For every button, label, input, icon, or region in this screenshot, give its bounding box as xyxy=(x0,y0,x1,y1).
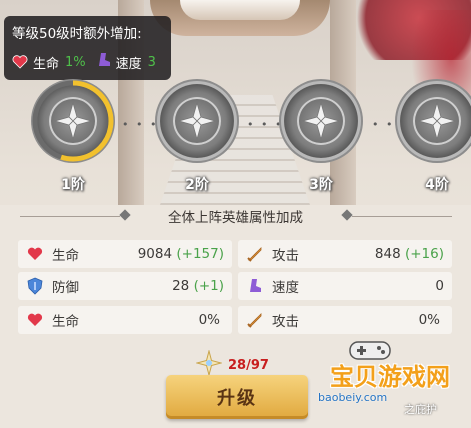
stat-hp: 生命 9084 (+157) xyxy=(18,240,232,268)
material-count: 28/97 xyxy=(228,357,269,373)
stat-label: 生命 xyxy=(52,248,79,264)
tooltip-hp-value: 1% xyxy=(65,54,86,70)
flower-emblem-icon xyxy=(417,101,457,141)
game-scene: 等级50级时额外增加: 生命 1% 速度 3 1阶 • • • • 2阶 • •… xyxy=(0,0,471,428)
stage-label: 3阶 xyxy=(309,177,333,193)
stage-label: 4阶 xyxy=(425,177,449,193)
boot-icon xyxy=(96,52,112,72)
stat-label: 生命 xyxy=(52,314,79,330)
boot-icon xyxy=(244,275,266,297)
site-watermark: 宝贝游戏网 baobeiy.com 之庇护 xyxy=(312,338,471,428)
stage-3[interactable]: 3阶 xyxy=(276,84,366,194)
stat-attack: 攻击 848 (+16) xyxy=(238,240,452,268)
heart-icon xyxy=(24,309,46,331)
level-bonus-tooltip: 等级50级时额外增加: 生命 1% 速度 3 xyxy=(4,16,171,80)
tooltip-speed-label: 速度 xyxy=(115,56,142,72)
title-divider xyxy=(352,216,452,217)
stat-value: 28 (+1) xyxy=(172,278,224,294)
flower-emblem-icon xyxy=(301,101,341,141)
stat-defense: 防御 28 (+1) xyxy=(18,272,232,300)
tooltip-hp-label: 生命 xyxy=(33,56,60,72)
stat-speed: 速度 0 xyxy=(238,272,452,300)
flower-emblem-icon xyxy=(53,101,93,141)
stage-2[interactable]: 2阶 xyxy=(152,84,242,194)
stat-value: 9084 (+157) xyxy=(137,246,224,262)
stat-value: 848 (+16) xyxy=(374,246,444,262)
upgrade-button[interactable]: 升级 xyxy=(166,375,308,419)
stat-label: 防御 xyxy=(52,280,79,296)
stat-label: 攻击 xyxy=(272,248,299,264)
stat-label: 速度 xyxy=(272,280,299,296)
stage-label: 2阶 xyxy=(185,177,209,193)
stat-attack-percent: 攻击 0% xyxy=(238,306,452,334)
tooltip-speed-value: 3 xyxy=(147,54,156,70)
stage-medal xyxy=(284,84,358,158)
stage-medal xyxy=(32,80,114,162)
stage-1[interactable]: 1阶 xyxy=(28,80,118,194)
shield-icon xyxy=(24,275,46,297)
watermark-text: 宝贝游戏网 xyxy=(330,363,450,391)
stage-label: 1阶 xyxy=(61,177,85,193)
stage-4[interactable]: 4阶 xyxy=(392,84,471,194)
sword-icon xyxy=(244,243,266,265)
stat-value: 0 xyxy=(435,278,444,294)
sword-icon xyxy=(244,309,266,331)
watermark-sub: 之庇护 xyxy=(404,403,437,416)
stat-hp-percent: 生命 0% xyxy=(18,306,232,334)
stat-value: 0% xyxy=(418,312,440,328)
background-roof-trim xyxy=(180,0,300,20)
flower-emblem-icon xyxy=(177,101,217,141)
watermark-url: baobeiy.com xyxy=(318,391,388,404)
heart-icon xyxy=(24,243,46,265)
stat-label: 攻击 xyxy=(272,314,299,330)
stat-value: 0% xyxy=(198,312,220,328)
stage-medal xyxy=(160,84,234,158)
heart-icon xyxy=(12,55,28,69)
tooltip-bonus-row: 生命 1% 速度 3 xyxy=(12,52,156,72)
stage-medal xyxy=(400,84,471,158)
tooltip-title: 等级50级时额外增加: xyxy=(12,26,142,42)
